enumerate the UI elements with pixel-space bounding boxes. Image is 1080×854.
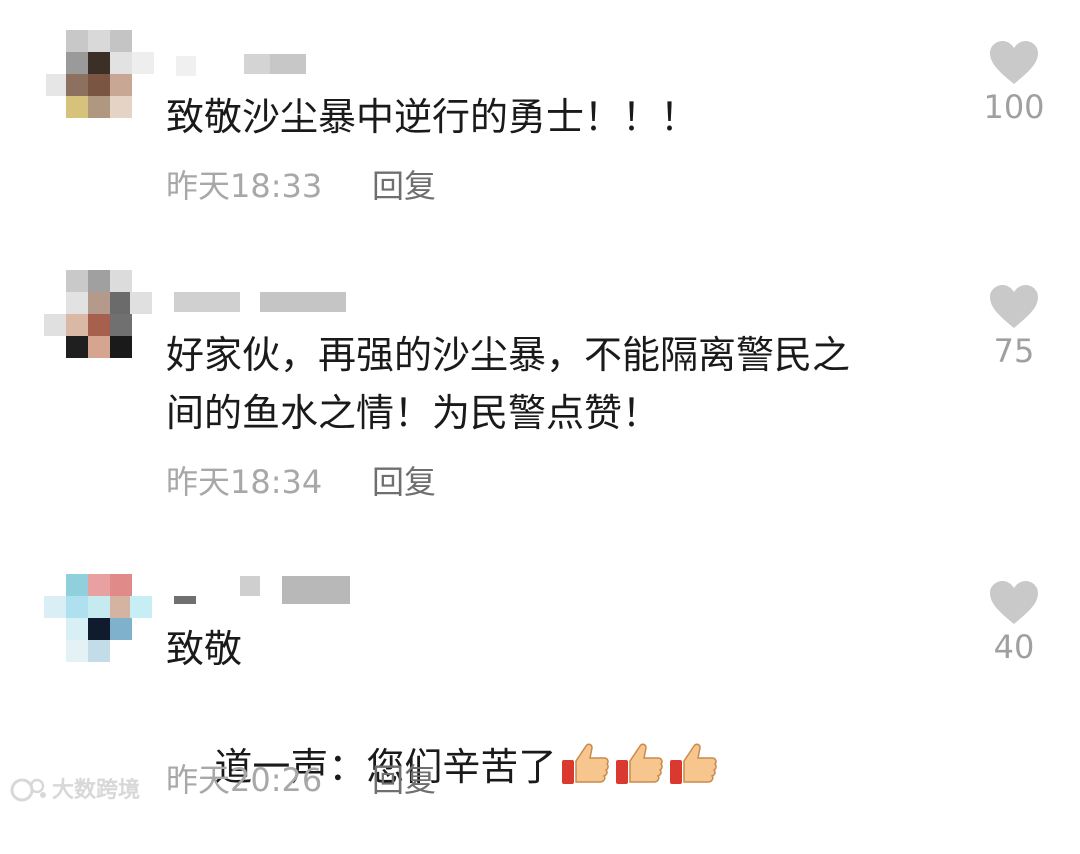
username-blurred[interactable] [170, 576, 360, 604]
avatar[interactable] [44, 574, 152, 678]
watermark: 大数跨境 [10, 772, 140, 804]
comment-time: 昨天20:26 [166, 761, 323, 799]
like-button[interactable]: 40 [975, 580, 1053, 666]
reply-button[interactable]: 回复 [372, 760, 436, 800]
watermark-text: 大数跨境 [52, 778, 141, 803]
like-count: 40 [993, 628, 1035, 666]
reply-button[interactable]: 回复 [372, 166, 436, 206]
like-count: 75 [993, 332, 1035, 370]
comment-text-line1: 致敬 [166, 627, 243, 671]
username-blurred[interactable] [170, 52, 320, 76]
reply-button[interactable]: 回复 [372, 462, 436, 502]
like-count: 100 [983, 88, 1045, 126]
heart-icon [990, 285, 1038, 328]
like-button[interactable]: 75 [975, 284, 1053, 370]
thumbs-up-icon [562, 743, 610, 784]
comment-time: 昨天18:34 [166, 463, 323, 501]
comment-time: 昨天18:33 [166, 167, 323, 205]
avatar[interactable] [46, 30, 154, 134]
comment-text: 好家伙，再强的沙尘暴，不能隔离警民之 间的鱼水之情！为民警点赞！ [166, 333, 851, 435]
username-blurred[interactable] [170, 290, 350, 314]
watermark-logo-icon [10, 778, 46, 802]
avatar[interactable] [44, 270, 152, 374]
thumbs-up-icon [616, 743, 664, 784]
like-button[interactable]: 100 [975, 40, 1053, 126]
heart-icon [990, 581, 1038, 624]
heart-icon [990, 41, 1038, 84]
thumbs-up-icon [670, 743, 718, 784]
comment-text: 致敬沙尘暴中逆行的勇士！！！ [166, 95, 699, 139]
